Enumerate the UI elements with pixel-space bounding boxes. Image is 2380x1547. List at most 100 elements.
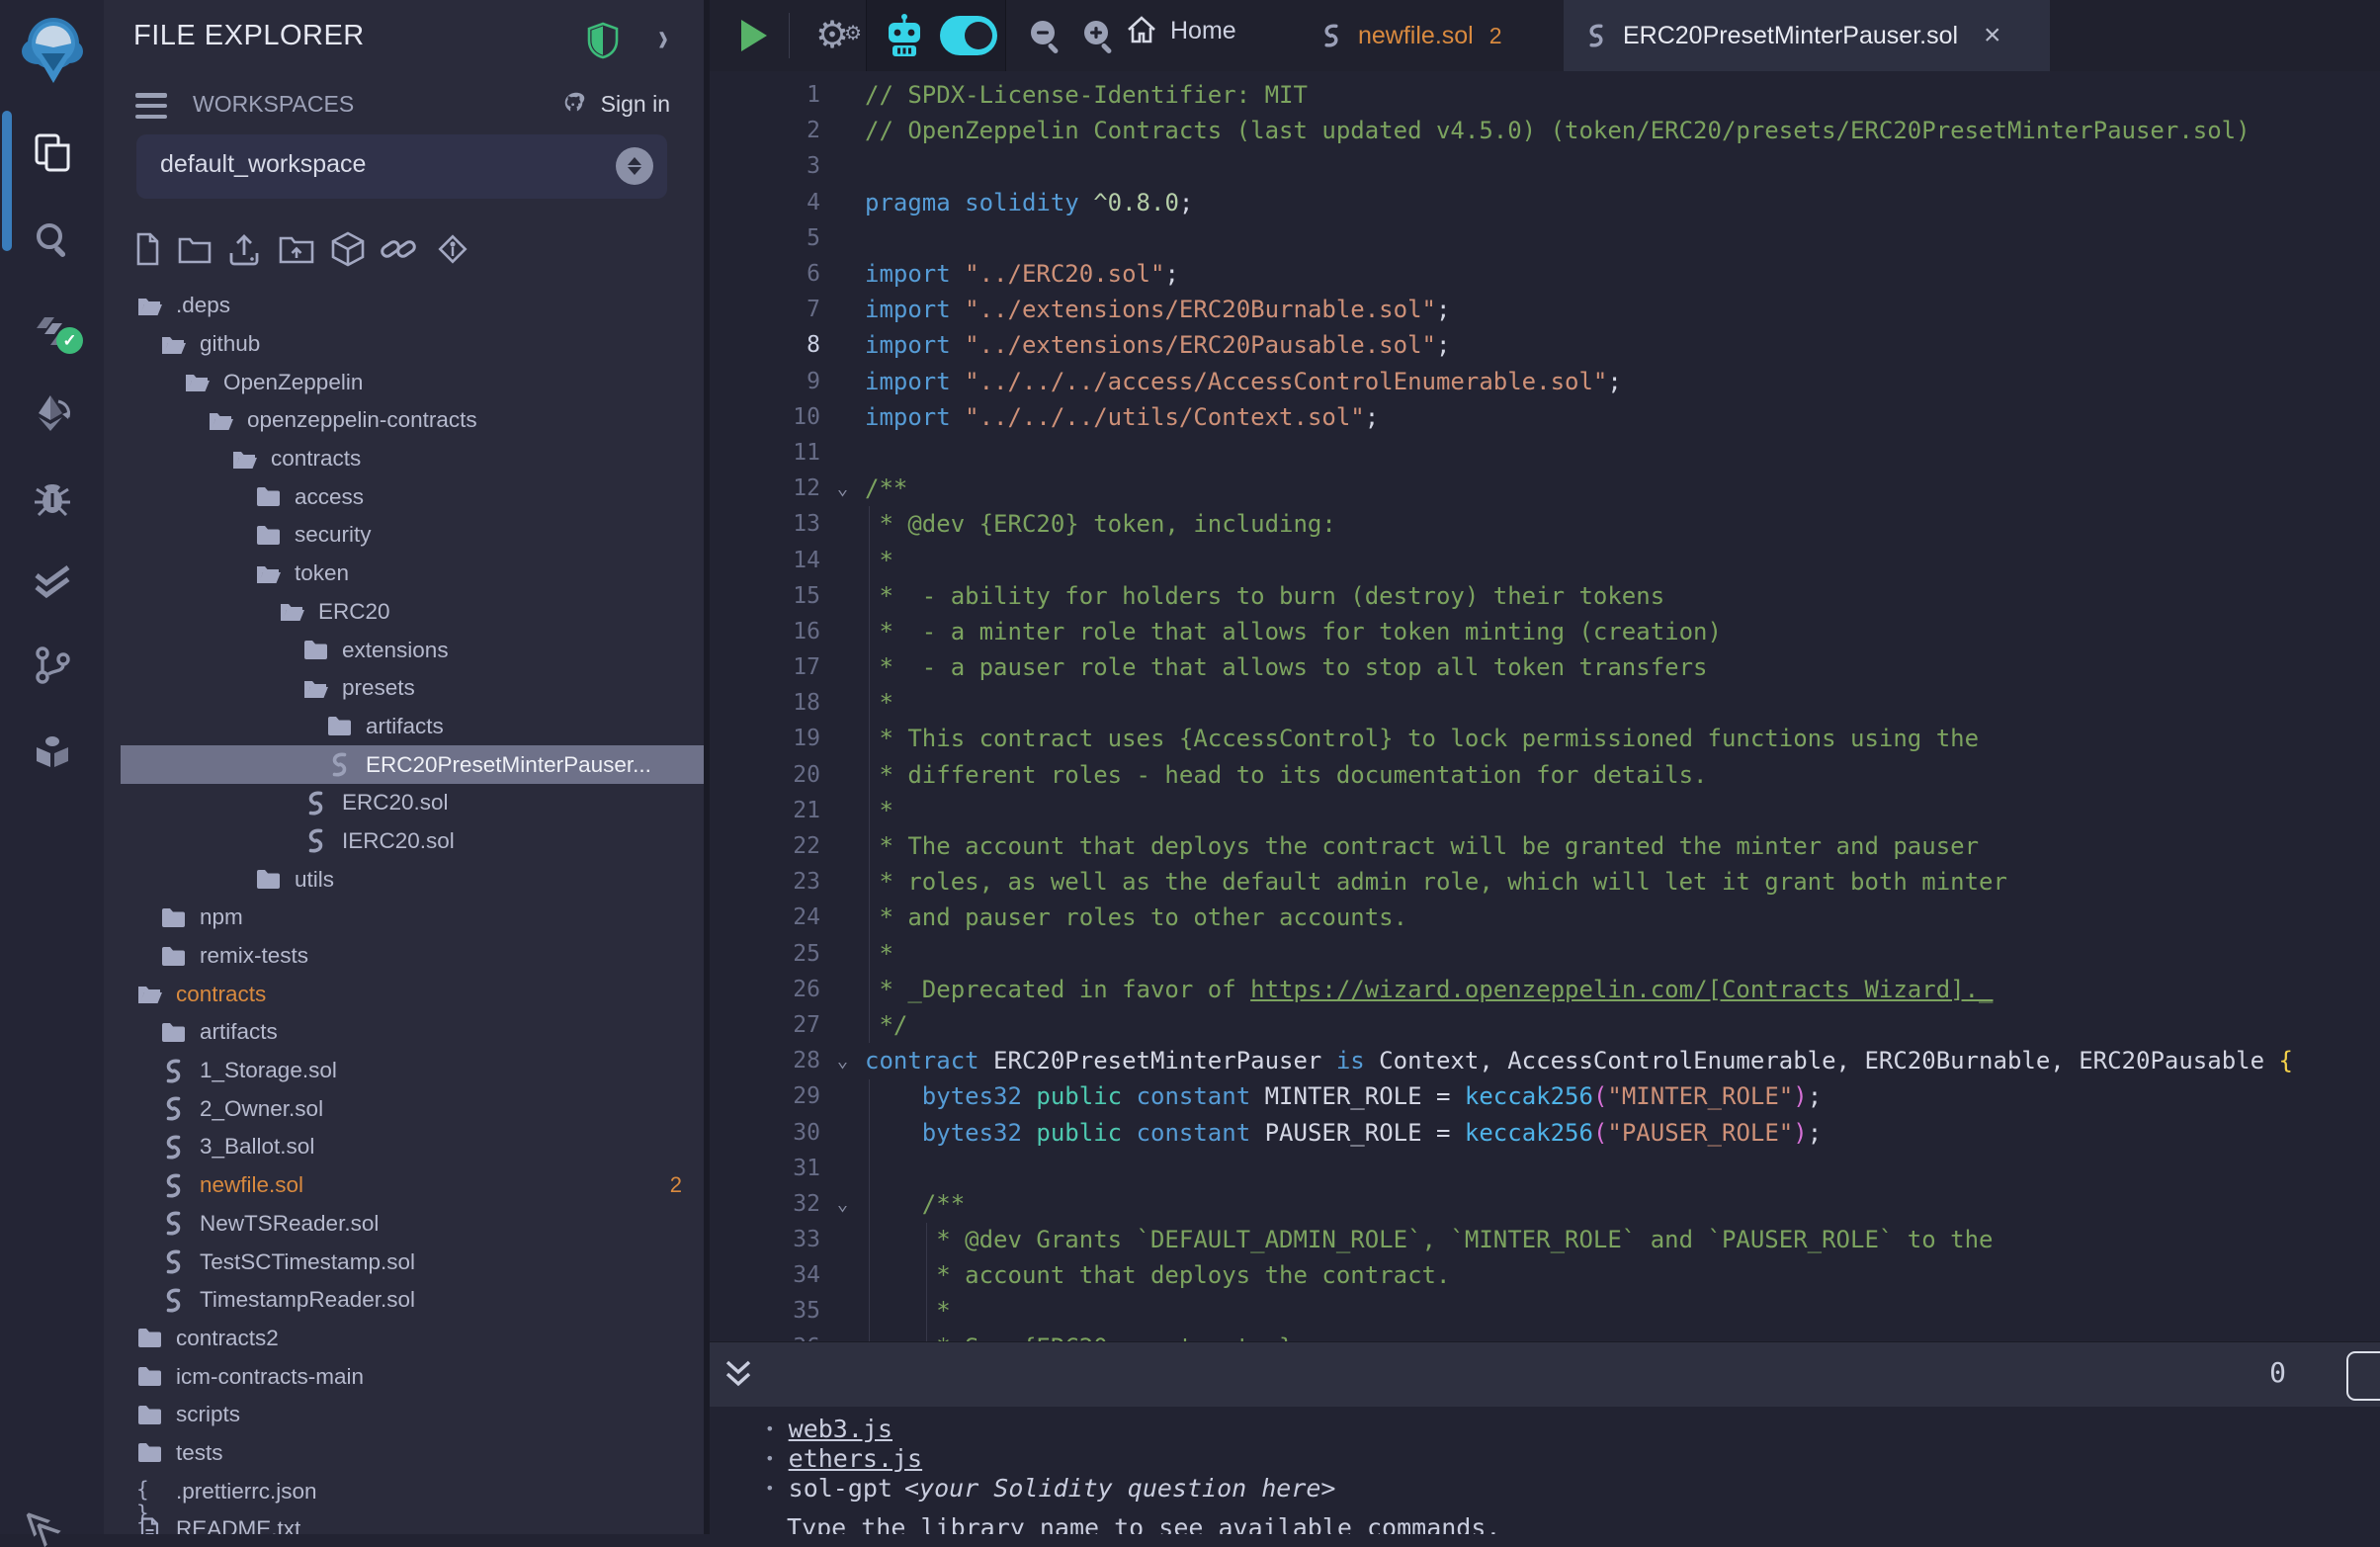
workspace-select[interactable]: default_workspace bbox=[136, 134, 667, 199]
script-config-gears-icon[interactable]: ⚙⚙ bbox=[807, 10, 858, 61]
tree-item-erc20[interactable]: ERC20 bbox=[104, 593, 704, 632]
tree-item-newtsreader-sol[interactable]: NewTSReader.sol bbox=[104, 1205, 704, 1244]
activity-item-deploy-run-icon[interactable] bbox=[29, 389, 76, 437]
tree-item-label: NewTSReader.sol bbox=[200, 1211, 379, 1237]
code-line-12: 12⌄/** bbox=[710, 471, 2380, 506]
shield-icon[interactable] bbox=[586, 22, 620, 59]
terminal-search-box[interactable] bbox=[2346, 1351, 2380, 1401]
code-line-7: 7import "../extensions/ERC20Burnable.sol… bbox=[710, 292, 2380, 327]
tree-item-newfile-sol[interactable]: newfile.sol2 bbox=[104, 1166, 704, 1205]
line-number: 13 bbox=[710, 511, 820, 537]
tree-item-presets[interactable]: presets bbox=[104, 669, 704, 708]
tree-item-2-owner-sol[interactable]: 2_Owner.sol bbox=[104, 1089, 704, 1128]
upload-folder-icon[interactable] bbox=[277, 229, 316, 269]
code-line-8: 8import "../extensions/ERC20Pausable.sol… bbox=[710, 327, 2380, 363]
line-number: 17 bbox=[710, 654, 820, 680]
tree-item-readme-txt[interactable]: README.txt bbox=[104, 1510, 704, 1534]
tree-item-testsctimestamp-sol[interactable]: TestSCTimestamp.sol bbox=[104, 1243, 704, 1281]
ai-copilot-toggle[interactable] bbox=[940, 16, 997, 55]
tree-item--deps[interactable]: .deps bbox=[104, 287, 704, 325]
tree-item-artifacts[interactable]: artifacts bbox=[104, 708, 704, 746]
terminal-expand-icon[interactable] bbox=[723, 1354, 757, 1396]
tab-erc20presetminterpauser-sol[interactable]: ERC20PresetMinterPauser.sol× bbox=[1564, 0, 2050, 71]
tree-item-icm-contracts-main[interactable]: icm-contracts-main bbox=[104, 1357, 704, 1396]
line-number: 20 bbox=[710, 762, 820, 788]
tree-item-label: token bbox=[295, 560, 349, 586]
line-number: 19 bbox=[710, 726, 820, 751]
tab-newfile-sol[interactable]: newfile.sol2 bbox=[1303, 0, 1546, 71]
code-line-3: 3 bbox=[710, 148, 2380, 184]
terminal-link[interactable]: ethers.js bbox=[789, 1444, 922, 1473]
fold-chevron-icon[interactable]: ⌄ bbox=[820, 1050, 865, 1072]
line-number: 25 bbox=[710, 941, 820, 967]
tree-item-openzeppelin-contracts[interactable]: openzeppelin-contracts bbox=[104, 401, 704, 440]
run-script-button[interactable] bbox=[741, 20, 767, 51]
tree-item-contracts2[interactable]: contracts2 bbox=[104, 1320, 704, 1358]
activity-item-debugger-icon[interactable] bbox=[29, 473, 76, 521]
line-number: 3 bbox=[710, 153, 820, 179]
tree-item-github[interactable]: github bbox=[104, 325, 704, 364]
tree-item-extensions[interactable]: extensions bbox=[104, 631, 704, 669]
activity-item-plugin-manager-icon[interactable] bbox=[29, 728, 76, 775]
new-folder-icon[interactable] bbox=[175, 229, 214, 269]
tree-item-utils[interactable]: utils bbox=[104, 860, 704, 899]
tree-item-erc20-sol[interactable]: ERC20.sol bbox=[104, 784, 704, 822]
remix-logo-icon[interactable] bbox=[12, 8, 91, 87]
collapse-corner-icon[interactable]: ≪ bbox=[10, 1496, 61, 1547]
activity-item-file-explorer-icon[interactable] bbox=[29, 129, 76, 177]
code-line-29: 29 bytes32 public constant MINTER_ROLE =… bbox=[710, 1078, 2380, 1114]
tree-item-label: 1_Storage.sol bbox=[200, 1058, 337, 1083]
tree-item-contracts[interactable]: contracts bbox=[104, 975, 704, 1013]
ipfs-cube-icon[interactable] bbox=[328, 229, 368, 269]
terminal-link[interactable]: web3.js bbox=[789, 1415, 892, 1443]
tree-item-1-storage-sol[interactable]: 1_Storage.sol bbox=[104, 1052, 704, 1090]
zoom-out-icon[interactable] bbox=[1024, 14, 1067, 57]
new-file-icon[interactable] bbox=[128, 229, 167, 269]
tree-item-label: security bbox=[295, 522, 372, 548]
folder-icon bbox=[302, 637, 329, 663]
fold-chevron-icon[interactable]: ⌄ bbox=[820, 1193, 865, 1215]
tree-item-scripts[interactable]: scripts bbox=[104, 1396, 704, 1434]
tree-item--prettierrc-json[interactable]: { }.prettierrc.json bbox=[104, 1472, 704, 1510]
link-icon[interactable] bbox=[379, 229, 418, 269]
workspace-selected-value: default_workspace bbox=[160, 150, 366, 179]
code-editor: 1// SPDX-License-Identifier: MIT2// Open… bbox=[710, 71, 2380, 1341]
upload-file-icon[interactable] bbox=[224, 229, 264, 269]
tree-item-contracts[interactable]: contracts bbox=[104, 440, 704, 478]
line-number: 4 bbox=[710, 190, 820, 215]
tree-item-openzeppelin[interactable]: OpenZeppelin bbox=[104, 363, 704, 401]
line-number: 2 bbox=[710, 118, 820, 143]
git-tag-icon[interactable] bbox=[433, 229, 472, 269]
workspaces-menu-icon[interactable] bbox=[135, 93, 167, 119]
tree-item-label: remix-tests bbox=[200, 943, 308, 969]
tree-item-security[interactable]: security bbox=[104, 516, 704, 555]
folder-icon bbox=[279, 598, 305, 625]
activity-item-search-icon[interactable] bbox=[29, 215, 76, 263]
tree-item-tests[interactable]: tests bbox=[104, 1434, 704, 1473]
code-line-19: 19 * This contract uses {AccessControl} … bbox=[710, 721, 2380, 756]
activity-item-unit-testing-icon[interactable] bbox=[29, 559, 76, 607]
tree-item-3-ballot-sol[interactable]: 3_Ballot.sol bbox=[104, 1128, 704, 1166]
sol-file-icon bbox=[160, 1248, 187, 1275]
code-line-32: 32⌄ /** bbox=[710, 1186, 2380, 1222]
home-tab[interactable]: Home bbox=[1125, 14, 1236, 47]
tree-item-timestampreader-sol[interactable]: TimestampReader.sol bbox=[104, 1281, 704, 1320]
tree-item-access[interactable]: access bbox=[104, 477, 704, 516]
zoom-in-icon[interactable] bbox=[1077, 14, 1121, 57]
fold-chevron-icon[interactable]: ⌄ bbox=[820, 477, 865, 499]
tree-item-erc20presetminterpauser-[interactable]: ERC20PresetMinterPauser... bbox=[104, 745, 704, 784]
sign-in-button[interactable]: Sign in bbox=[561, 89, 670, 119]
activity-item-git-icon[interactable] bbox=[29, 642, 76, 689]
line-number: 15 bbox=[710, 583, 820, 609]
close-tab-icon[interactable]: × bbox=[1984, 21, 2001, 50]
chevron-right-icon[interactable]: › bbox=[658, 15, 668, 62]
tree-item-artifacts[interactable]: artifacts bbox=[104, 1013, 704, 1052]
tree-item-label: TestSCTimestamp.sol bbox=[200, 1249, 415, 1275]
tree-item-npm[interactable]: npm bbox=[104, 899, 704, 937]
command-arg-hint: <your Solidity question here> bbox=[904, 1474, 1336, 1503]
tree-item-ierc20-sol[interactable]: IERC20.sol bbox=[104, 822, 704, 861]
ai-robot-icon[interactable] bbox=[881, 12, 928, 59]
tab-label: newfile.sol bbox=[1358, 22, 1474, 50]
tree-item-remix-tests[interactable]: remix-tests bbox=[104, 937, 704, 976]
tree-item-token[interactable]: token bbox=[104, 555, 704, 593]
